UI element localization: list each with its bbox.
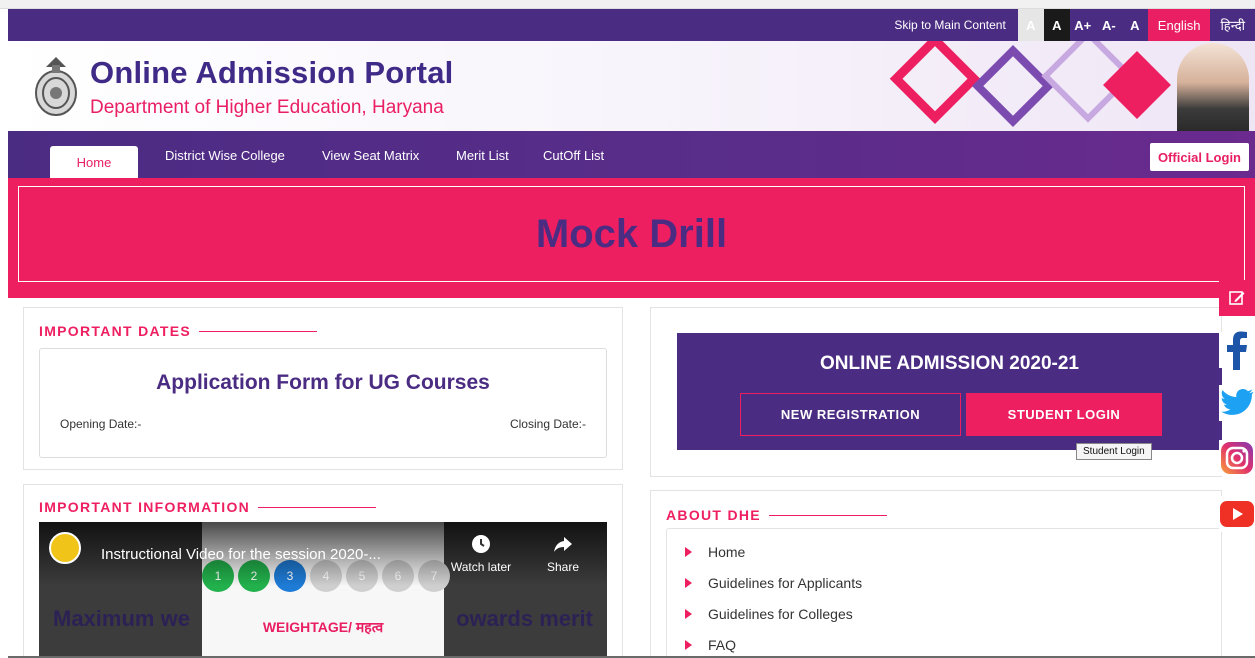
portal-title: Online Admission Portal [90,55,454,90]
banner-frame: Mock Drill [18,186,1245,282]
about-item-label: Home [708,544,746,560]
important-information-heading-text: IMPORTANT INFORMATION [39,499,251,515]
video-title[interactable]: Instructional Video for the session 2020… [101,546,381,563]
instagram-button[interactable] [1219,440,1255,476]
online-admission-box: ONLINE ADMISSION 2020-21 NEW REGISTRATIO… [677,333,1222,450]
weightage-label: WEIGHTAGE/ महत्व [262,619,384,635]
instructional-video-player[interactable]: Maximum we owards merit 1 2 3 4 5 6 7 WE… [39,522,607,658]
application-form-title: Application Form for UG Courses [156,371,490,394]
mock-drill-banner: Mock Drill [8,178,1255,298]
clock-icon [472,535,490,553]
student-login-button[interactable]: STUDENT LOGIN [966,393,1162,436]
heading-rule [198,330,317,332]
edit-icon [1229,291,1245,305]
youtube-icon [1220,501,1254,527]
watch-later-button[interactable]: Watch later [449,534,513,574]
new-registration-button[interactable]: NEW REGISTRATION [740,393,961,436]
about-item-faq[interactable]: FAQ [685,637,736,653]
about-dhe-heading-text: ABOUT DHE [666,507,761,523]
video-bg-text-right: owards merit [456,606,593,631]
nav-merit-list[interactable]: Merit List [456,148,509,163]
bullet-arrow-icon [685,640,692,650]
font-size-decrease-button[interactable]: A- [1096,9,1122,41]
nav-cutoff-list[interactable]: CutOff List [543,148,604,163]
font-size-increase-button[interactable]: A+ [1070,9,1096,41]
font-size-reset-button[interactable]: A [1122,9,1148,41]
banner-text: Mock Drill [535,211,728,256]
instagram-icon [1221,442,1253,474]
about-dhe-heading: ABOUT DHE [666,507,887,523]
chief-minister-portrait [1177,43,1249,131]
decorative-diamond-pattern [889,41,1171,128]
bullet-arrow-icon [685,609,692,619]
portal-subtitle: Department of Higher Education, Haryana [90,97,444,118]
about-item-guidelines-colleges[interactable]: Guidelines for Colleges [685,606,853,622]
closing-date: Closing Date:- [509,417,586,431]
heading-rule [258,506,377,508]
share-label: Share [546,560,580,574]
nav-district-wise-college[interactable]: District Wise College [165,148,285,163]
share-button[interactable]: Share [535,534,591,574]
online-admission-title: ONLINE ADMISSION 2020-21 [819,353,1080,374]
facebook-button[interactable] [1219,331,1255,370]
important-dates-heading-text: IMPORTANT DATES [39,323,191,339]
heading-rule [768,514,887,516]
facebook-icon [1227,331,1247,370]
bullet-arrow-icon [685,547,692,557]
nav-view-seat-matrix[interactable]: View Seat Matrix [322,148,419,163]
student-login-tooltip: Student Login [1076,443,1152,460]
watch-later-label: Watch later [450,560,512,574]
opening-date: Opening Date:- [60,417,142,431]
browser-frame-top [0,0,1255,9]
haryana-emblem-icon [35,57,77,116]
application-form-card: Application Form for UG Courses Opening … [39,348,607,458]
video-bg-text-left: Maximum we [53,606,190,631]
important-dates-heading: IMPORTANT DATES [39,323,317,339]
skip-to-main-link[interactable]: Skip to Main Content [882,18,1017,32]
about-item-label: Guidelines for Applicants [708,575,863,591]
twitter-button[interactable] [1219,385,1255,421]
site-header: Online Admission Portal Department of Hi… [8,41,1255,131]
share-arrow-icon [554,537,572,552]
twitter-icon [1221,388,1254,415]
font-size-light-button[interactable]: A [1017,9,1044,41]
about-item-label: Guidelines for Colleges [708,606,853,622]
about-item-label: FAQ [708,637,737,653]
feedback-button[interactable] [1219,280,1255,316]
lang-hindi-button[interactable]: हिन्दी [1210,9,1255,41]
lang-english-button[interactable]: English [1147,9,1211,41]
main-nav: Home District Wise College View Seat Mat… [8,131,1255,178]
youtube-button[interactable] [1219,496,1255,532]
important-information-heading: IMPORTANT INFORMATION [39,499,377,515]
font-size-dark-button[interactable]: A [1043,9,1070,41]
accessibility-bar: Skip to Main Content A A A+ A- A English… [8,9,1255,41]
about-item-guidelines-applicants[interactable]: Guidelines for Applicants [685,575,862,591]
official-login-button[interactable]: Official Login [1149,143,1249,171]
nav-home-tab[interactable]: Home [50,146,138,178]
channel-avatar[interactable] [49,532,81,564]
bullet-arrow-icon [685,578,692,588]
about-item-home[interactable]: Home [685,544,745,560]
about-dhe-list: Home Guidelines for Applicants Guideline… [666,528,1222,658]
